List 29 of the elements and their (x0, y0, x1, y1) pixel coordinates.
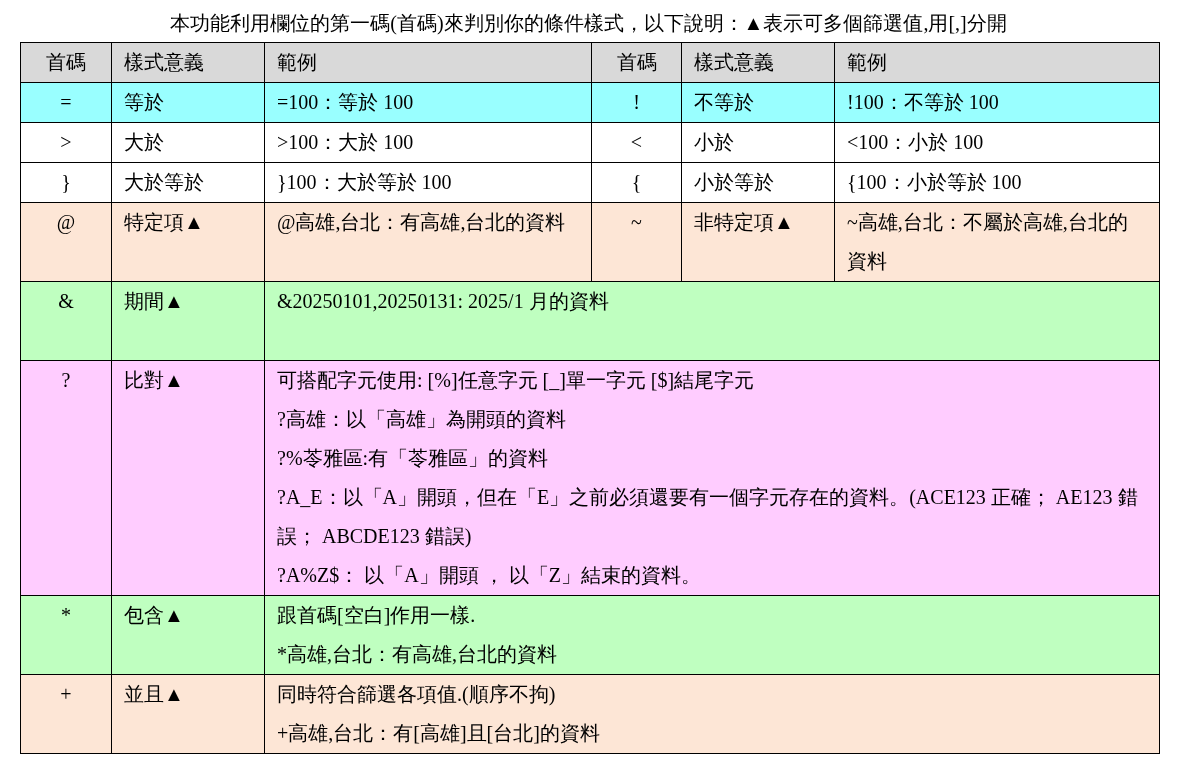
code-cell-text: = (59, 90, 73, 115)
page-title: 本功能利用欄位的第一碼(首碼)來判別你的條件樣式，以下說明：▲表示可多個篩選值,用[,]分開 (169, 11, 1008, 36)
example-text: =100：等於 100 (277, 90, 415, 115)
code-cell-text: ? (60, 368, 72, 393)
example-text: {100：小於等於 100 (847, 170, 1023, 195)
meaning-cell: 並且▲ (111, 675, 264, 753)
code-cell-text: } (60, 170, 72, 195)
code-cell-text: > (59, 130, 73, 155)
example-text: <100：小於 100 (847, 130, 985, 155)
example-text: +高雄,台北：有[高雄]且[台北]的資料 (277, 721, 601, 746)
example-text: >100：大於 100 (277, 130, 415, 155)
code-cell-text: + (59, 682, 73, 707)
example-text: *高雄,台北：有高雄,台北的資料 (277, 642, 558, 667)
example-text: ?A_E：以「A」開頭，但在「E」之前必須還要有一個字元存在的資料。(ACE123 正確； AE123 錯誤； ABCDE123 錯誤) (277, 485, 1139, 550)
example-text: @高雄,台北：有高雄,台北的資料 (277, 210, 567, 236)
code-cell-text: & (57, 289, 75, 314)
example-text: ?A%Z$： 以「A」開頭 ， 以「Z」結束的資料。 (277, 563, 702, 588)
example-text: !100：不等於 100 (847, 90, 1000, 115)
example-text: 跟首碼[空白]作用一樣. (277, 603, 477, 628)
example-text: 同時符合篩選各項值.(順序不拘) (277, 682, 557, 708)
example-text: 可搭配字元使用: [%]任意字元 [_]單一字元 [$]結尾字元 (277, 368, 756, 393)
example-text: ~高雄,台北：不屬於高雄,台北的資料 (847, 210, 1129, 274)
code-cell-text: @ (55, 210, 77, 236)
example-text: ?高雄：以「高雄」為開頭的資料 (277, 407, 567, 432)
example-text: ?%苓雅區:有「苓雅區」的資料 (277, 446, 550, 471)
code-cell-text: * (60, 603, 72, 628)
example-text: }100：大於等於 100 (277, 170, 453, 195)
column-header: 首碼 (45, 50, 87, 75)
example-text: &20250101,20250131: 2025/1 月的資料 (277, 289, 610, 314)
